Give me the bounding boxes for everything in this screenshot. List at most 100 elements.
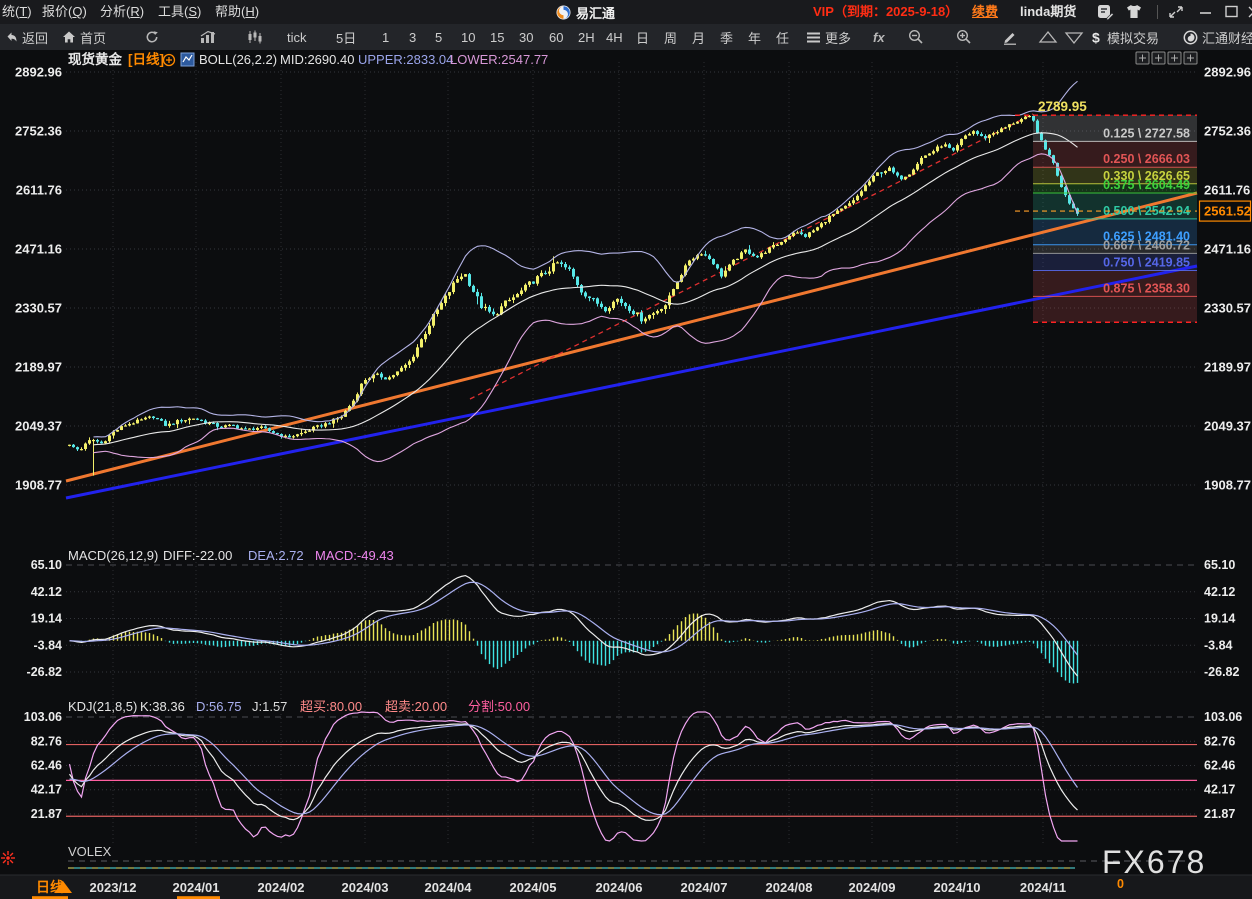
kdj-axis-label-left: 21.87 [31,807,62,821]
candle-body [72,445,75,447]
triangle-up-button[interactable] [1038,24,1058,50]
candle-body [140,419,143,420]
close-icon[interactable] [1246,3,1252,21]
menu-item-2[interactable]: 分析(R) [100,0,144,24]
candle-body [956,145,959,150]
candle-body [364,380,367,384]
more-button[interactable]: 更多 [806,24,851,50]
timeframe-季[interactable]: 季 [720,24,733,50]
timeframe-tick[interactable]: tick [287,24,307,50]
home-button[interactable]: 首页 [62,24,106,50]
chart-type-candles-button[interactable] [247,24,263,50]
maximize-icon[interactable] [1222,3,1242,21]
candle-body [268,428,271,431]
price-axis-label-right: 2330.57 [1204,300,1251,315]
candle-body [396,371,399,375]
chart-canvas[interactable]: 0.125 \ 2727.580.250 \ 2666.030.330 \ 26… [0,50,1252,899]
kdj-axis-label-left: 42.17 [31,783,62,797]
timeframe-月[interactable]: 月 [692,24,705,50]
renew-link[interactable]: 续费 [972,0,998,24]
timeframe-5[interactable]: 5 [435,24,442,50]
timeframe-15[interactable]: 15 [490,24,504,50]
candle-body [168,424,171,426]
skin-shirt-icon[interactable] [1124,3,1144,21]
candle-body [1064,187,1067,195]
timeframe-3[interactable]: 3 [409,24,416,50]
candle-body [316,425,319,426]
macd-value-label: MACD:-49.43 [315,548,394,563]
candle-body [172,424,175,425]
menu-item-3[interactable]: 工具(S) [158,0,201,24]
timeframe-1[interactable]: 1 [382,24,389,50]
minimize-icon[interactable] [1196,3,1216,21]
candle-body [980,134,983,136]
timeframe-5d[interactable]: 5日 [336,24,356,50]
candle-body [820,223,823,227]
candle-body [624,303,627,306]
month-label: 2024/08 [766,880,813,895]
candle-body [548,271,551,273]
candle-body [200,420,203,421]
candle-body [812,230,815,232]
candle-body [732,260,735,265]
candle-body [228,425,231,426]
timeframe-30[interactable]: 30 [519,24,533,50]
candle-body [1040,133,1043,140]
timeframe-60[interactable]: 60 [549,24,563,50]
candle-body [92,440,95,441]
feedback-note-icon[interactable] [1096,3,1116,21]
triangle-down-button[interactable] [1064,24,1084,50]
candle-body [480,296,483,308]
back-button[interactable]: 返回 [4,24,48,50]
timeframe-周[interactable]: 周 [664,24,677,50]
candle-body [1032,116,1035,121]
timeframe-4H[interactable]: 4H [606,24,623,50]
zoom-in-button[interactable] [956,24,972,50]
refresh-button[interactable] [144,24,160,50]
candle-body [912,170,915,175]
candle-body [456,279,459,283]
sim-trading-button[interactable]: $模拟交易 [1092,24,1159,50]
kdj-axis-label-right: 82.76 [1204,734,1235,748]
draw-pencil-button[interactable] [1002,24,1018,50]
timeframe-日[interactable]: 日 [636,24,649,50]
vip-expiry-label: VIP（到期：2025-9-18） [813,0,958,24]
timeframe-2H[interactable]: 2H [578,24,595,50]
candle-body [188,419,191,420]
macd-axis-label-right: 42.12 [1204,585,1235,599]
mini-chart-icon[interactable] [181,53,194,66]
candle-body [648,315,651,319]
svg-text:fx: fx [873,30,885,45]
price-axis-label-right: 2752.36 [1204,124,1251,139]
candle-body [88,440,91,443]
restore-arrows-icon[interactable] [1166,3,1186,21]
candle-body [308,431,311,432]
account-name: linda期货 [1020,0,1076,24]
candle-body [248,429,251,430]
candle-body [540,273,543,276]
candle-body [796,232,799,233]
candle-body [256,428,259,430]
candle-body [652,313,655,315]
candle-body [600,304,603,307]
candle-body [380,374,383,378]
candle-body [412,357,415,361]
candle-body [616,299,619,302]
candle-body [560,262,563,264]
huitong-news-button[interactable]: 汇通财经 [1183,24,1252,50]
candle-body [244,428,247,429]
menu-item-0[interactable]: 统(T) [2,0,32,24]
timeframe-年[interactable]: 年 [748,24,761,50]
zoom-out-button[interactable] [908,24,924,50]
month-label: 2024/05 [510,880,557,895]
indicator-fx-button[interactable]: fx [872,24,892,50]
chart-type-bars-button[interactable] [200,24,217,50]
candle-body [148,417,151,418]
menu-item-4[interactable]: 帮助(H) [215,0,259,24]
timeframe-任[interactable]: 任 [776,24,789,50]
timeframe-10[interactable]: 10 [461,24,475,50]
candle-body [808,232,811,237]
menu-item-1[interactable]: 报价(Q) [42,0,87,24]
candle-body [124,425,127,426]
candle-body [100,442,103,444]
